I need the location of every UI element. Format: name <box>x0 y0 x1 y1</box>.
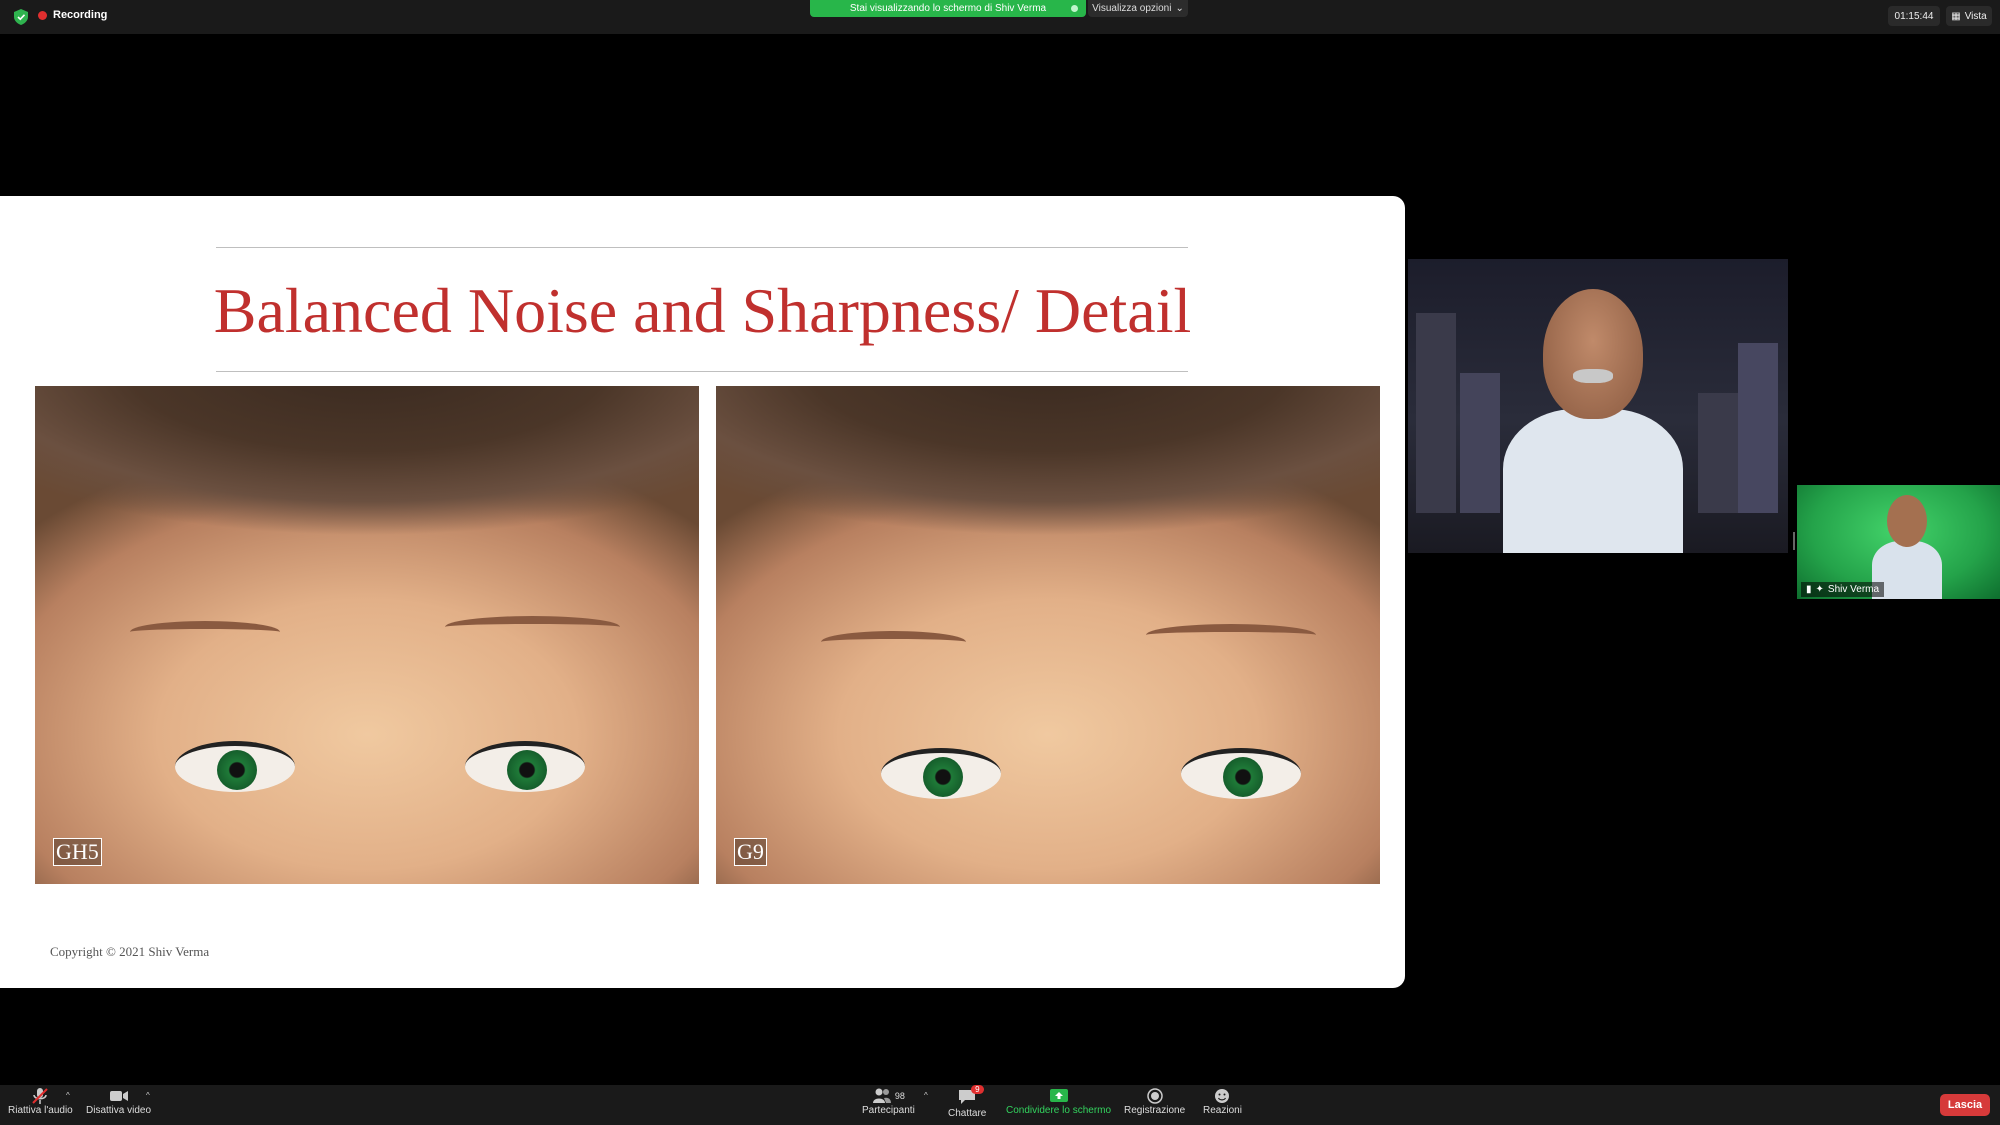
chat-button[interactable]: 9 Chattare <box>948 1085 987 1119</box>
comparison-photo-left: GH5 <box>35 386 699 884</box>
eye-right <box>465 741 585 792</box>
record-icon <box>1146 1088 1163 1104</box>
video-camera-icon <box>109 1091 128 1101</box>
comparison-photo-right: G9 <box>716 386 1380 884</box>
meeting-timer-text: 01:15:44 <box>1894 10 1934 22</box>
recording-dot-icon <box>38 10 47 20</box>
iris <box>923 757 963 797</box>
background-building <box>1698 393 1738 513</box>
camera-tag-gh5: GH5 <box>53 838 102 866</box>
chat-unread-badge: 9 <box>971 1085 984 1094</box>
security-shield-icon[interactable] <box>14 9 28 25</box>
signal-strength-icon: ▮ <box>1806 584 1812 595</box>
iris <box>1223 757 1263 797</box>
stop-video-label: Disattiva video <box>86 1105 152 1116</box>
reactions-button[interactable]: Reazioni <box>1203 1087 1242 1116</box>
eyebrow-right <box>1146 624 1316 646</box>
slide-title: Balanced Noise and Sharpness/ Detail <box>213 275 1192 346</box>
slide-top-rule <box>216 247 1188 248</box>
screen-share-banner-text: Stai visualizzando lo schermo di Shiv Ve… <box>849 3 1047 14</box>
share-screen-label: Condividere lo schermo <box>1006 1105 1112 1116</box>
stop-video-button[interactable]: Disattiva video <box>86 1087 151 1116</box>
view-options-label: Visualizza opzioni <box>1092 3 1172 14</box>
panel-resize-handle[interactable] <box>1793 532 1795 550</box>
meeting-toolbar: Riattiva l'audio ^ Disattiva video ^ 98 … <box>0 1085 2000 1125</box>
recording-indicator[interactable]: Recording <box>38 9 107 21</box>
participants-label: Partecipanti <box>862 1105 915 1116</box>
pin-icon: ✦ <box>1815 584 1824 595</box>
background-building <box>1738 343 1778 513</box>
muted-microphone-icon <box>32 1088 49 1104</box>
unmute-label: Riattiva l'audio <box>8 1105 73 1116</box>
share-status-dot-icon <box>1071 5 1078 12</box>
share-screen-button[interactable]: Condividere lo schermo <box>1006 1087 1111 1116</box>
participants-options-caret-icon[interactable]: ^ <box>924 1091 928 1100</box>
speaker-figure <box>1503 289 1683 553</box>
eyebrow-left <box>821 631 966 653</box>
iris <box>507 750 547 790</box>
hair-image <box>716 386 1380 536</box>
camera-tag-g9: G9 <box>734 838 767 866</box>
participant-name-label: ▮ ✦ Shiv Verma <box>1801 582 1885 597</box>
presentation-slide: Balanced Noise and Sharpness/ Detail GH5… <box>0 196 1405 988</box>
reactions-label: Reazioni <box>1203 1105 1242 1116</box>
background-building <box>1460 373 1500 513</box>
share-screen-icon <box>1049 1089 1068 1102</box>
participant-name: Shiv Verma <box>1827 584 1880 595</box>
record-label: Registrazione <box>1124 1105 1186 1116</box>
participants-count: 98 <box>894 1091 905 1101</box>
participant-head <box>1887 495 1927 547</box>
eye-right <box>1181 748 1301 799</box>
participants-button[interactable]: 98 Partecipanti <box>862 1087 915 1116</box>
view-label: Vista <box>1964 10 1987 22</box>
iris <box>217 750 257 790</box>
eye-left <box>881 748 1001 799</box>
grid-view-icon: ▦ <box>1951 10 1961 22</box>
speaker-mustache <box>1573 369 1613 383</box>
eyebrow-left <box>130 621 280 643</box>
unmute-button[interactable]: Riattiva l'audio <box>8 1087 73 1116</box>
eyebrow-right <box>445 616 620 638</box>
speaker-head <box>1543 289 1643 419</box>
chat-label: Chattare <box>948 1108 987 1119</box>
slide-copyright: Copyright © 2021 Shiv Verma <box>50 944 210 959</box>
view-options-button[interactable]: Visualizza opzioni ⌄ <box>1088 0 1188 17</box>
speaker-shirt <box>1503 409 1683 553</box>
recording-label: Recording <box>53 9 108 21</box>
audio-options-caret-icon[interactable]: ^ <box>66 1091 70 1100</box>
view-button[interactable]: ▦ Vista <box>1946 6 1992 26</box>
leave-label: Lascia <box>1947 1099 1983 1111</box>
speaker-video-tile[interactable] <box>1408 259 1788 553</box>
chevron-down-icon: ⌄ <box>1175 3 1184 14</box>
record-button[interactable]: Registrazione <box>1124 1087 1185 1116</box>
leave-meeting-button[interactable]: Lascia <box>1940 1094 1990 1116</box>
top-bar: Recording Stai visualizzando lo schermo … <box>0 0 2000 34</box>
hair-image <box>35 386 699 536</box>
meeting-timer: 01:15:44 <box>1888 6 1940 26</box>
reactions-smiley-icon <box>1215 1089 1230 1103</box>
participants-icon <box>872 1088 891 1103</box>
video-options-caret-icon[interactable]: ^ <box>146 1091 150 1100</box>
eye-left <box>175 741 295 792</box>
slide-bottom-rule <box>216 371 1188 372</box>
background-building <box>1416 313 1456 513</box>
screen-share-banner: Stai visualizzando lo schermo di Shiv Ve… <box>810 0 1086 17</box>
participant-video-tile[interactable]: ▮ ✦ Shiv Verma <box>1797 485 2000 599</box>
